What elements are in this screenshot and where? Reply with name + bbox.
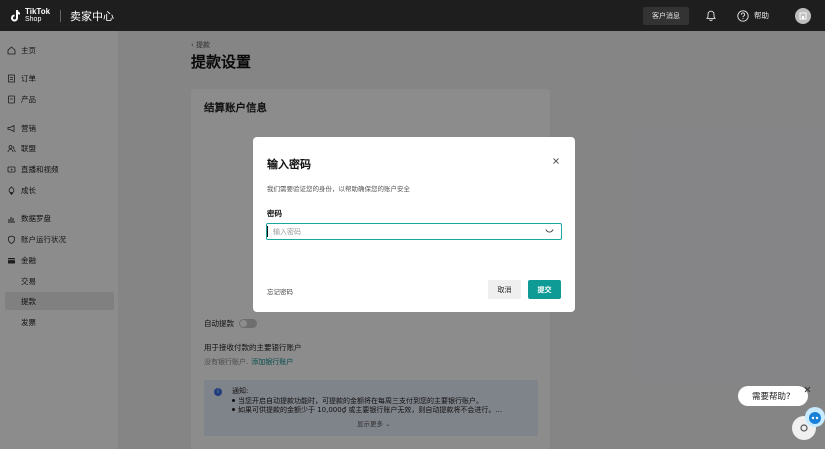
top-bar: TikTok Shop 卖家中心 客户消息 帮助 (0, 0, 825, 31)
bell-icon[interactable] (705, 10, 717, 22)
password-label: 密码 (267, 209, 282, 218)
cancel-button[interactable]: 取消 (488, 280, 521, 299)
logo-line1: TikTok (25, 6, 51, 16)
chat-bot-avatar[interactable] (805, 407, 825, 427)
close-icon[interactable] (552, 157, 560, 165)
dialog-title: 输入密码 (267, 158, 311, 171)
logo-divider (60, 9, 62, 22)
help-label: 帮助 (754, 11, 769, 20)
password-dialog: 输入密码 我们需要验证您的身份，以帮助确保您的账户安全 密码 忘记密码 取消 提… (253, 137, 575, 312)
seller-center-title: 卖家中心 (70, 9, 115, 23)
need-help-bubble[interactable]: 需要帮助? (738, 386, 808, 406)
help-button[interactable]: 帮助 (737, 9, 769, 22)
shop-icon (799, 12, 807, 19)
password-input[interactable] (266, 223, 562, 240)
customer-messages-button[interactable]: 客户消息 (643, 6, 689, 25)
submit-button[interactable]: 提交 (528, 280, 561, 299)
text-caret (267, 226, 268, 237)
tiktok-logo-icon (8, 9, 22, 23)
tiktok-shop-logo[interactable]: TikTok Shop (8, 0, 50, 31)
robot-icon (809, 412, 821, 424)
eye-closed-icon[interactable] (545, 228, 554, 234)
forgot-password-link[interactable]: 忘记密码 (267, 286, 293, 296)
close-icon[interactable] (804, 386, 811, 393)
logo-line2: Shop (25, 15, 42, 23)
question-icon (737, 9, 749, 22)
avatar[interactable] (795, 7, 811, 24)
dialog-description: 我们需要验证您的身份，以帮助确保您的账户安全 (267, 185, 410, 193)
